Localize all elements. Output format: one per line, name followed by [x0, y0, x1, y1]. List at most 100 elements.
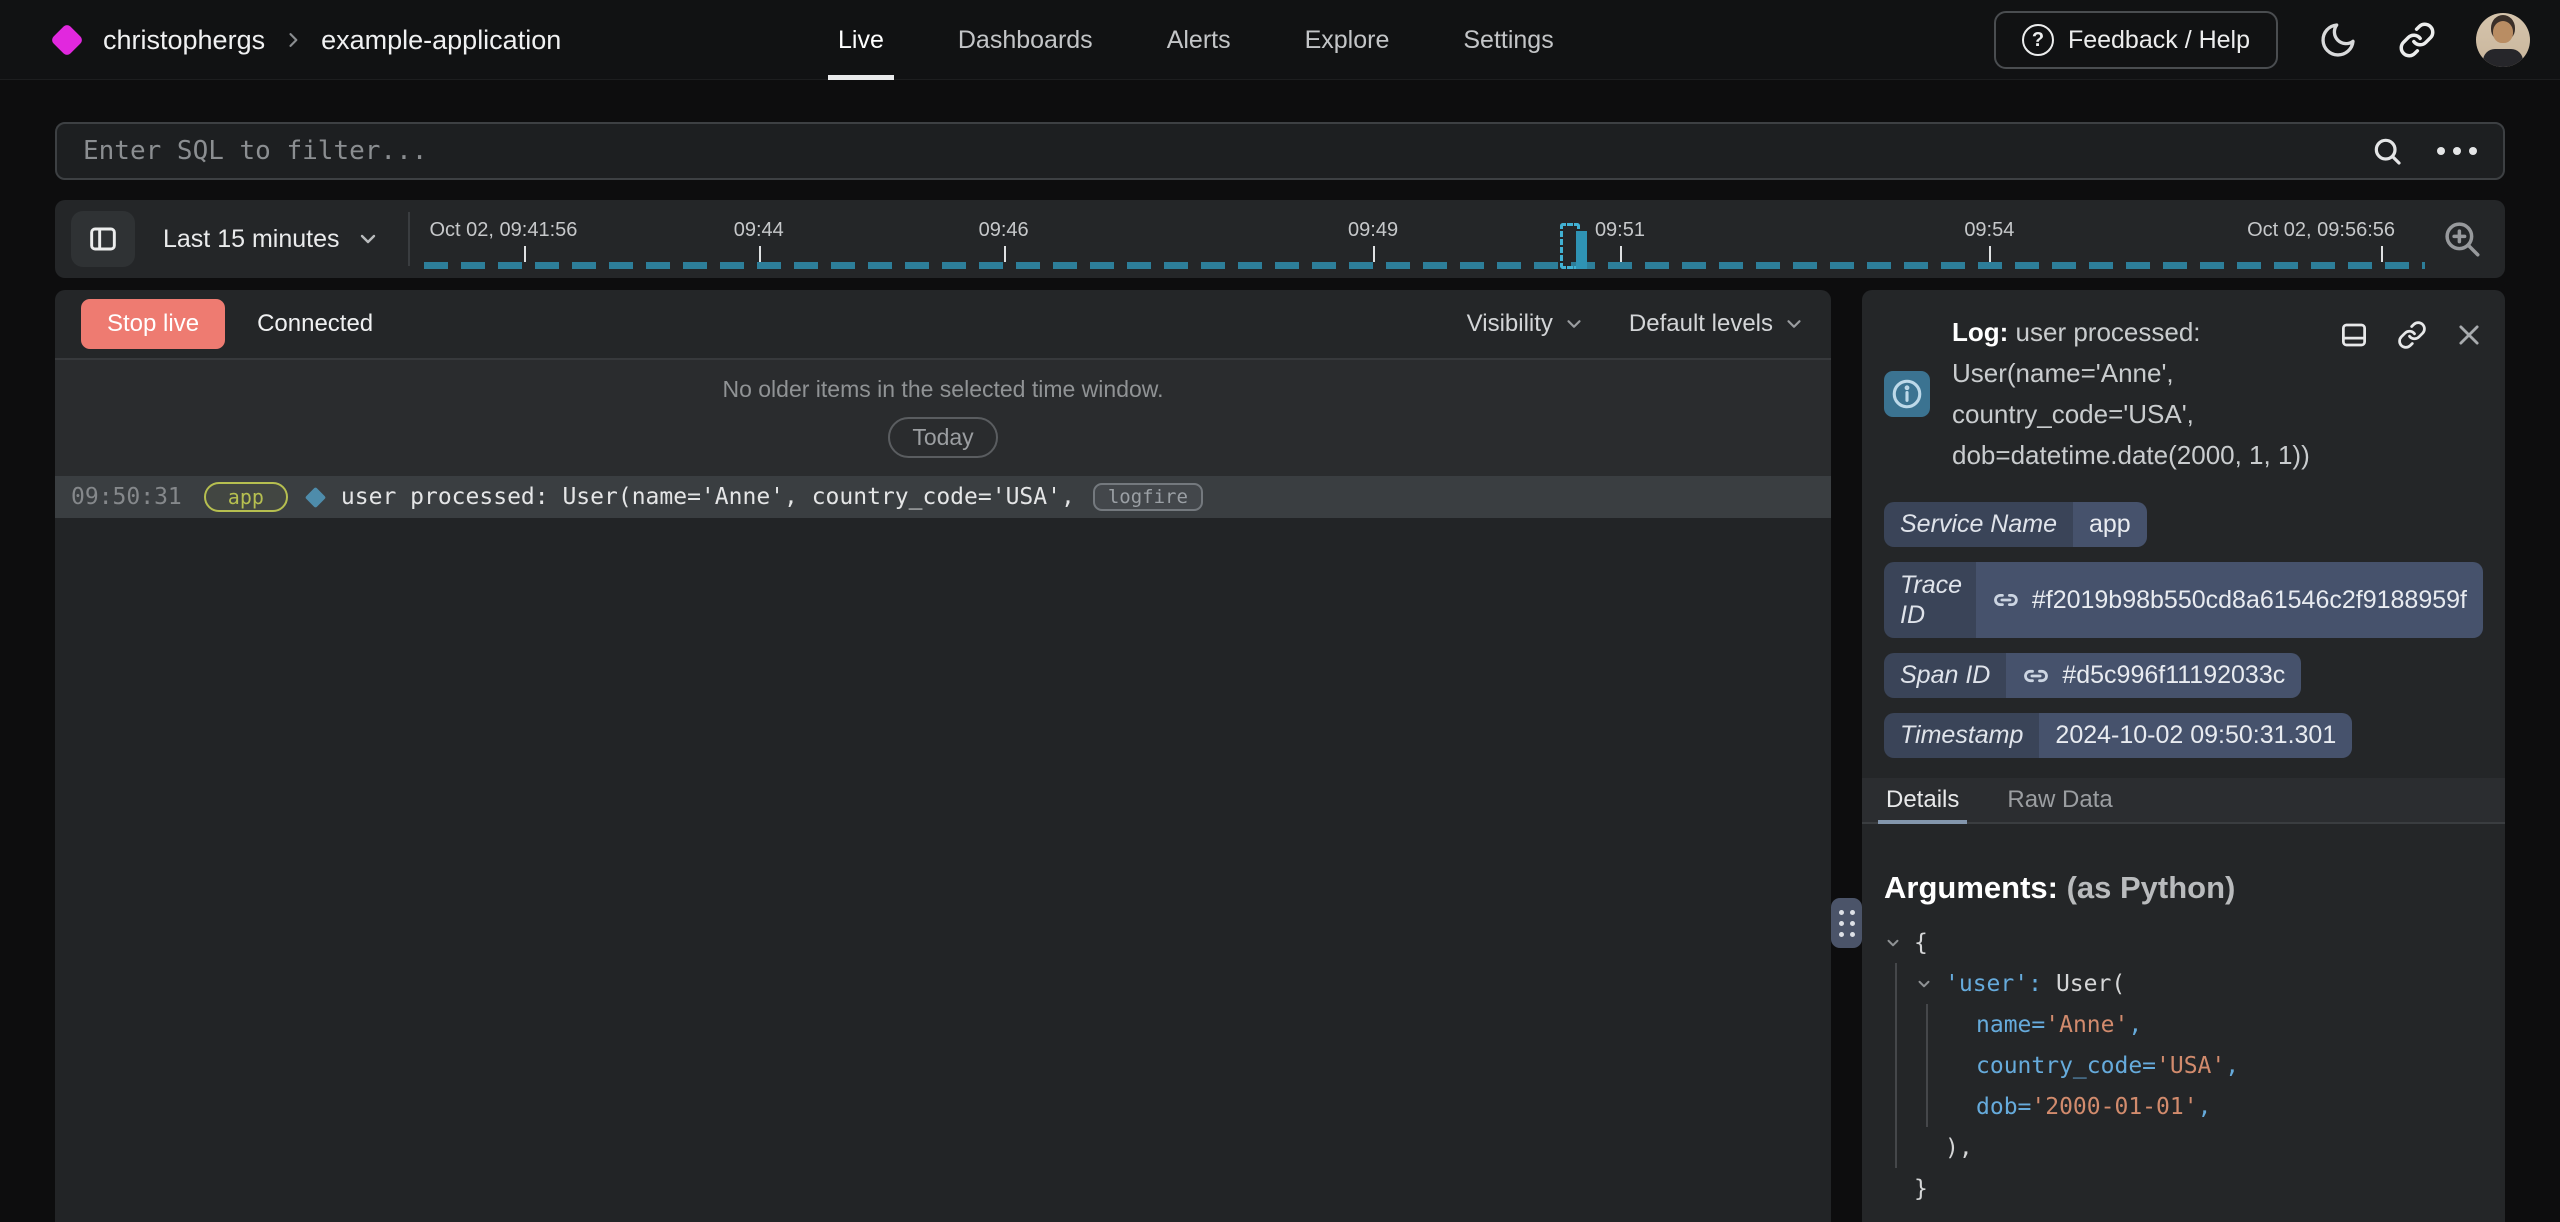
default-levels-dropdown-label: Default levels	[1629, 310, 1773, 338]
timestamp-value: 2024-10-02 09:50:31.301	[2039, 713, 2352, 758]
timestamp-badge: Timestamp 2024-10-02 09:50:31.301	[1884, 713, 2352, 758]
trace-id-value-wrap[interactable]: #f2019b98b550cd8a61546c2f9188959f	[1976, 562, 2483, 638]
today-button[interactable]: Today	[888, 417, 997, 458]
divider	[408, 212, 410, 266]
top-header: christophergs example-application Live D…	[0, 0, 2560, 80]
stop-live-button[interactable]: Stop live	[81, 299, 225, 349]
span-id-label: Span ID	[1884, 653, 2006, 698]
nav-tab-live[interactable]: Live	[838, 0, 884, 80]
collapse-icon[interactable]	[1884, 934, 1906, 952]
nav-tab-explore[interactable]: Explore	[1305, 0, 1390, 80]
link-icon	[2398, 21, 2436, 59]
default-levels-dropdown[interactable]: Default levels	[1629, 310, 1805, 338]
breadcrumb-project[interactable]: example-application	[321, 25, 561, 56]
code-user-key: 'user':	[1945, 971, 2042, 997]
code-user-ctor: User(	[2056, 971, 2125, 997]
log-timestamp: 09:50:31	[71, 484, 182, 510]
timeline-spike-bar	[1576, 231, 1587, 269]
code-field-row: name='Anne',	[1976, 1004, 2483, 1045]
nav-tab-dashboards[interactable]: Dashboards	[958, 0, 1093, 80]
code-field-key: country_code=	[1976, 1053, 2156, 1079]
detail-header: Log: user processed: User(name='Anne', c…	[1884, 290, 2483, 476]
code-field-comma: ,	[2198, 1094, 2212, 1120]
tab-details[interactable]: Details	[1886, 778, 1959, 822]
nav-tab-settings[interactable]: Settings	[1463, 0, 1553, 80]
timeline-start-label: Oct 02, 09:41:56	[430, 219, 578, 242]
timeline-tick-label: 09:46	[979, 219, 1029, 242]
nav-tab-alerts[interactable]: Alerts	[1167, 0, 1231, 80]
zoom-in-button[interactable]	[2441, 218, 2483, 260]
code-field-comma: ,	[2128, 1012, 2142, 1038]
chevron-down-icon	[356, 227, 380, 251]
question-circle-icon: ?	[2022, 24, 2054, 56]
trace-id-label: Trace ID	[1884, 562, 1976, 638]
user-avatar[interactable]	[2476, 13, 2530, 67]
time-range-selector[interactable]: Last 15 minutes	[163, 225, 380, 254]
code-field-row: country_code='USA',	[1976, 1045, 2483, 1086]
info-level-chip	[1884, 371, 1930, 417]
chevron-right-icon	[283, 30, 303, 50]
feedback-help-button[interactable]: ? Feedback / Help	[1994, 11, 2278, 69]
tab-raw-data[interactable]: Raw Data	[2007, 778, 2112, 822]
service-name-value: app	[2073, 502, 2147, 547]
trace-id-value: #f2019b98b550cd8a61546c2f9188959f	[2032, 586, 2467, 615]
code-field-value: '2000-01-01'	[2031, 1094, 2197, 1120]
time-range-bar: Last 15 minutes Oct 02, 09:41:56 Oct 02,…	[55, 200, 2505, 278]
log-detail-panel: Log: user processed: User(name='Anne', c…	[1862, 290, 2505, 1222]
feedback-help-label: Feedback / Help	[2068, 26, 2250, 55]
log-row[interactable]: 09:50:31 app user processed: User(name='…	[55, 476, 1831, 518]
split-panel-icon[interactable]	[2339, 320, 2369, 350]
timeline-tick-label: 09:49	[1348, 219, 1398, 242]
link-icon	[2022, 662, 2050, 690]
copy-link-button[interactable]	[2398, 21, 2436, 59]
breadcrumb-org[interactable]: christophergs	[103, 25, 265, 56]
search-icon[interactable]	[2371, 135, 2403, 167]
main-nav: Live Dashboards Alerts Explore Settings	[838, 0, 1554, 80]
timeline-tick	[524, 246, 526, 262]
link-icon[interactable]	[2397, 320, 2427, 350]
code-open-brace: {	[1914, 930, 1928, 956]
detail-tabbar: Details Raw Data	[1862, 778, 2505, 824]
timestamp-label: Timestamp	[1884, 713, 2039, 758]
theme-toggle-button[interactable]	[2318, 20, 2358, 60]
connection-status: Connected	[257, 310, 373, 338]
code-field-key: name=	[1976, 1012, 2045, 1038]
info-circle-icon	[1890, 377, 1924, 411]
detail-header-actions	[2339, 312, 2483, 350]
panel-resize-handle[interactable]	[1831, 898, 1862, 948]
collapse-icon[interactable]	[1915, 975, 1937, 993]
visibility-dropdown-label: Visibility	[1467, 310, 1553, 338]
timeline-strip[interactable]: Oct 02, 09:41:56 Oct 02, 09:56:56 09:44 …	[424, 200, 2432, 278]
time-range-label: Last 15 minutes	[163, 225, 340, 254]
timeline-event-spike	[1560, 221, 1594, 269]
breadcrumb: christophergs example-application	[55, 0, 561, 80]
arguments-heading: Arguments: (as Python)	[1884, 870, 2483, 906]
service-badge: app	[204, 482, 288, 512]
code-field-value: 'Anne'	[2045, 1012, 2128, 1038]
span-id-value-wrap[interactable]: #d5c996f11192033c	[2006, 653, 2301, 698]
chevron-down-icon	[1563, 313, 1585, 335]
sidebar-toggle-button[interactable]	[71, 211, 135, 267]
visibility-dropdown[interactable]: Visibility	[1467, 310, 1585, 338]
timeline-tick	[1004, 246, 1006, 262]
timeline-tick	[1620, 246, 1622, 262]
close-icon[interactable]	[2455, 321, 2483, 349]
timeline-end-label: Oct 02, 09:56:56	[2247, 219, 2395, 242]
sql-filter-input[interactable]	[83, 136, 2371, 166]
header-actions: ? Feedback / Help	[1994, 0, 2530, 80]
more-options-icon[interactable]	[2437, 147, 2477, 155]
timeline-tick-label: 09:51	[1595, 219, 1645, 242]
span-id-badge: Span ID #d5c996f11192033c	[1884, 653, 2301, 698]
detail-title: Log: user processed: User(name='Anne', c…	[1952, 312, 2339, 476]
span-id-value: #d5c996f11192033c	[2062, 661, 2285, 690]
timeline-tick-label: 09:54	[1964, 219, 2014, 242]
arguments-heading-sub: (as Python)	[2058, 870, 2235, 905]
empty-notice: No older items in the selected time wind…	[55, 376, 1831, 403]
link-icon	[1992, 586, 2020, 614]
code-close-ctor: ),	[1945, 1135, 1973, 1161]
attribute-badges: Service Name app Trace ID #f2019b98b550c…	[1884, 502, 2483, 758]
code-field-value: 'USA'	[2156, 1053, 2225, 1079]
log-message: user processed: User(name='Anne', countr…	[341, 484, 1075, 510]
code-block-user: 'user': User( name='Anne', country_code=…	[1895, 963, 2483, 1168]
log-level-diamond-icon	[305, 486, 326, 507]
